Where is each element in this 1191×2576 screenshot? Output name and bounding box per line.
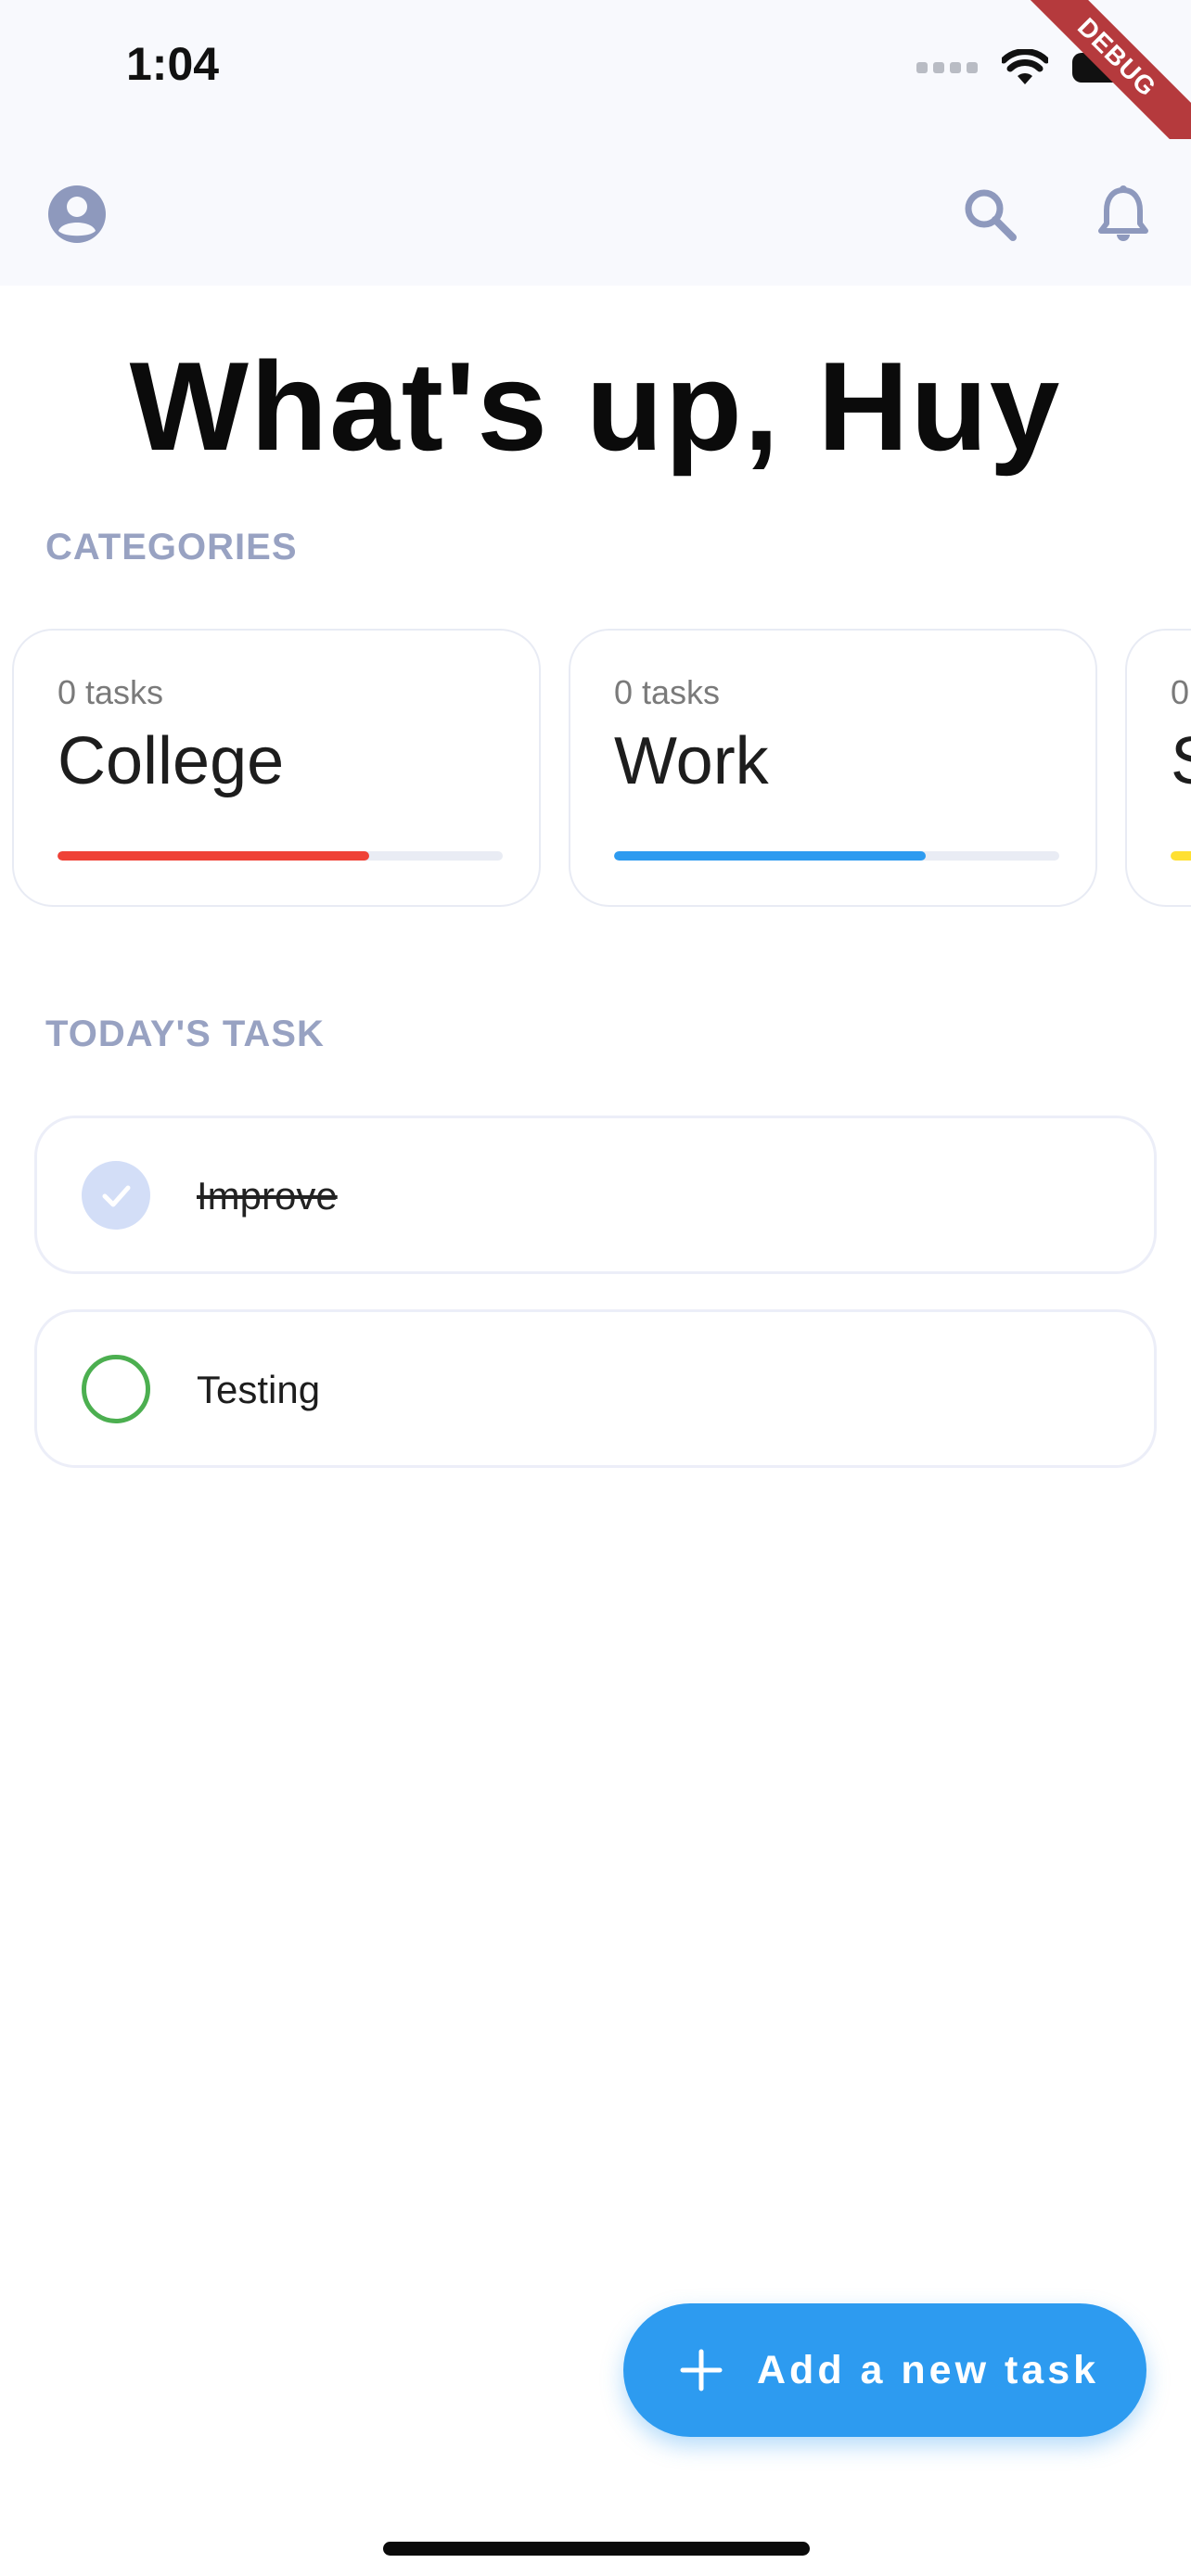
category-name: S bbox=[1171, 723, 1191, 799]
home-indicator[interactable] bbox=[383, 2542, 810, 2556]
category-progress-bar bbox=[614, 851, 1059, 861]
categories-label: CATEGORIES bbox=[45, 527, 298, 567]
category-card-partial[interactable]: 0 S bbox=[1125, 629, 1191, 907]
status-bar: 1:04 DEBUG bbox=[0, 0, 1191, 171]
task-title: Testing bbox=[197, 1368, 321, 1411]
task-item[interactable]: Improve bbox=[34, 1116, 1157, 1274]
category-task-count: 0 tasks bbox=[614, 673, 721, 711]
wifi-icon bbox=[1002, 49, 1048, 84]
task-title: Improve bbox=[197, 1174, 338, 1218]
todays-task-label: TODAY'S TASK bbox=[45, 1014, 325, 1054]
category-progress-bar bbox=[58, 851, 503, 861]
profile-button[interactable] bbox=[35, 172, 119, 256]
check-icon bbox=[102, 1185, 131, 1207]
category-name: Work bbox=[614, 724, 769, 798]
category-progress-fill bbox=[58, 851, 369, 861]
search-button[interactable] bbox=[948, 172, 1031, 256]
task-checkbox[interactable] bbox=[82, 1161, 150, 1230]
plus-icon bbox=[680, 2349, 723, 2391]
search-icon bbox=[965, 189, 1017, 241]
notifications-button[interactable] bbox=[1082, 172, 1165, 256]
task-checkbox[interactable] bbox=[82, 1355, 150, 1423]
bell-icon bbox=[1098, 185, 1148, 241]
category-task-count: 0 tasks bbox=[58, 673, 164, 711]
category-card-college[interactable]: 0 tasks College bbox=[12, 629, 541, 907]
category-list[interactable]: 0 tasks College 0 tasks Work 0 S bbox=[12, 629, 1191, 912]
add-task-label: Add a new task bbox=[757, 2347, 1100, 2392]
category-progress-fill bbox=[1171, 851, 1191, 861]
category-task-count: 0 bbox=[1171, 673, 1190, 711]
task-item[interactable]: Testing bbox=[34, 1309, 1157, 1468]
category-card-work[interactable]: 0 tasks Work bbox=[569, 629, 1097, 907]
account-circle-icon bbox=[48, 185, 106, 243]
status-time: 1:04 bbox=[126, 38, 220, 90]
category-progress-bar bbox=[1171, 851, 1191, 861]
app-bar bbox=[0, 139, 1191, 286]
cellular-signal-icon bbox=[916, 62, 978, 73]
add-task-button[interactable]: Add a new task bbox=[623, 2303, 1146, 2437]
category-progress-fill bbox=[614, 851, 926, 861]
category-name: College bbox=[58, 724, 285, 798]
greeting-title: What's up, Huy bbox=[129, 336, 1062, 477]
